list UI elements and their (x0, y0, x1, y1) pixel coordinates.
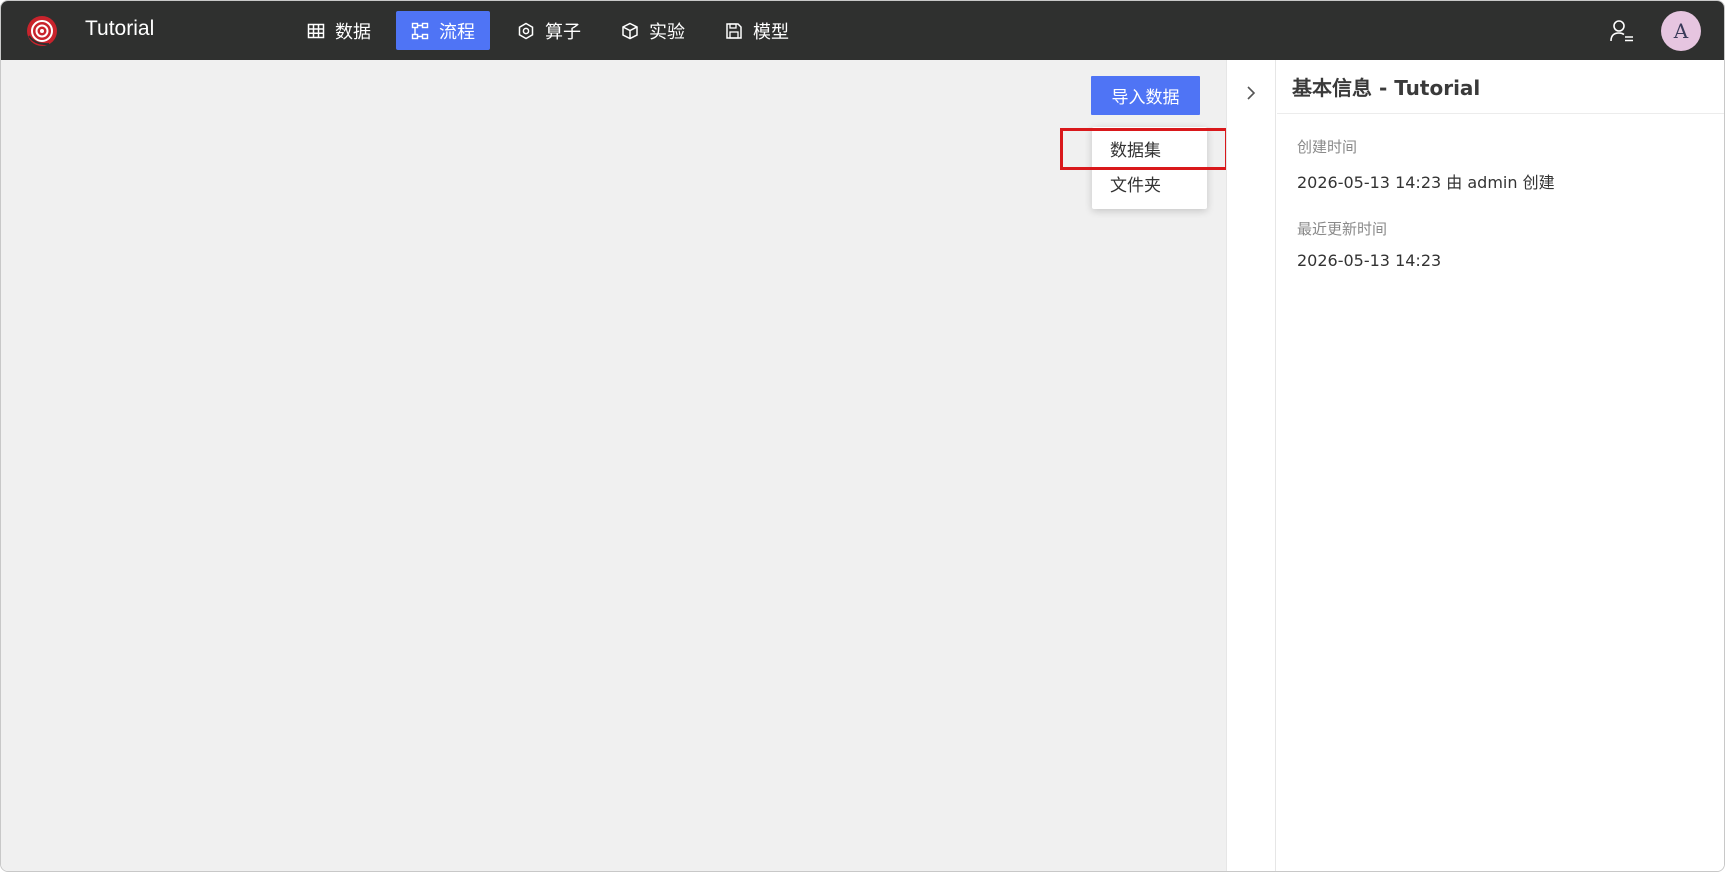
import-data-button[interactable]: 导入数据 (1091, 76, 1200, 115)
updated-time-value: 2026-05-13 14:23 (1297, 251, 1442, 270)
app-title: Tutorial (85, 17, 155, 40)
created-time-value: 2026-05-13 14:23 由 admin 创建 (1297, 173, 1555, 192)
user-list-icon[interactable] (1609, 18, 1635, 44)
flow-icon (411, 22, 429, 39)
dropdown-item-dataset[interactable]: 数据集 (1092, 134, 1207, 169)
info-panel: 基本信息 - Tutorial 创建时间 2026-05-13 14:23 由 … (1277, 60, 1724, 871)
panel-header: 基本信息 - Tutorial (1277, 60, 1724, 114)
panel-title: 基本信息 - Tutorial (1292, 76, 1481, 100)
tab-operator-label: 算子 (545, 21, 581, 43)
tab-experiment[interactable]: 实验 (606, 11, 700, 50)
tab-model-label: 模型 (753, 21, 789, 43)
panel-collapse-strip (1226, 60, 1276, 871)
updated-time-label: 最近更新时间 (1297, 220, 1388, 238)
tab-operator[interactable]: 算子 (502, 11, 596, 50)
panel-body: 创建时间 2026-05-13 14:23 由 admin 创建 最近更新时间 … (1277, 114, 1724, 270)
save-icon (726, 22, 742, 39)
app-logo-icon[interactable] (25, 14, 59, 48)
hexagon-icon (518, 22, 534, 39)
flow-canvas[interactable] (1, 60, 1226, 871)
tab-flow-label: 流程 (439, 21, 475, 43)
created-time-label: 创建时间 (1297, 138, 1358, 156)
top-nav-bar: Tutorial 数据 流程 算子 实验 模型 A (1, 1, 1724, 60)
tab-data-label: 数据 (335, 21, 371, 43)
chevron-right-icon[interactable] (1242, 84, 1260, 102)
tab-experiment-label: 实验 (649, 21, 685, 43)
app-window: Tutorial 数据 流程 算子 实验 模型 A 导入数据 数据集 文件夹 基… (0, 0, 1725, 872)
user-avatar[interactable]: A (1661, 11, 1701, 51)
tab-flow[interactable]: 流程 (396, 11, 490, 50)
tab-model[interactable]: 模型 (710, 11, 804, 50)
import-dropdown-menu: 数据集 文件夹 (1092, 127, 1207, 209)
tab-data[interactable]: 数据 (292, 11, 386, 50)
cube-icon (622, 22, 638, 39)
table-icon (307, 23, 325, 38)
dropdown-item-folder[interactable]: 文件夹 (1092, 169, 1207, 204)
